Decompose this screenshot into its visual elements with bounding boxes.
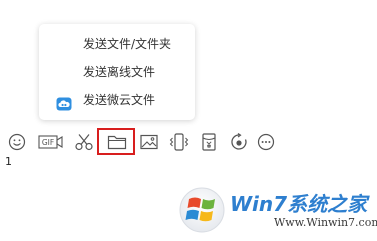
menu-item-label: 发送文件/文件夹: [83, 37, 172, 51]
scissors-icon: [75, 134, 93, 151]
send-file-popup-menu: 发送文件/文件夹 发送离线文件 发送微云文件: [39, 24, 195, 120]
image-button[interactable]: [138, 131, 160, 153]
yuan-packet-icon: [202, 133, 216, 151]
watermark-url: Www.Winwin7.com: [274, 216, 377, 229]
chat-window: 发送文件/文件夹 发送离线文件 发送微云文件 GIF 1 Win7系统之家 Ww…: [0, 0, 377, 241]
menu-item-send-weiyun-file[interactable]: 发送微云文件: [39, 86, 195, 114]
weiyun-cloud-icon: [56, 93, 72, 111]
highlight-frame: [97, 128, 135, 155]
image-icon: [140, 134, 158, 150]
circle-arrow-icon: [231, 133, 247, 150]
shake-button[interactable]: [168, 131, 190, 153]
watermark-title: Win7系统之家: [230, 192, 368, 216]
chat-toolbar: GIF: [0, 129, 377, 155]
menu-item-label: 发送微云文件: [83, 93, 156, 107]
menu-item-label: 发送离线文件: [83, 65, 156, 79]
svg-text:GIF: GIF: [42, 138, 54, 147]
screenshot-button[interactable]: [73, 131, 95, 153]
smiley-icon: [8, 133, 26, 151]
emoji-button[interactable]: [6, 131, 28, 153]
more-dots-icon: [257, 133, 275, 151]
site-watermark: Win7系统之家 Www.Winwin7.com: [176, 182, 377, 240]
red-packet-button[interactable]: [198, 131, 220, 153]
menu-item-send-file-folder[interactable]: 发送文件/文件夹: [39, 30, 195, 58]
gif-icon: GIF: [38, 135, 63, 149]
voice-button[interactable]: [228, 131, 250, 153]
menu-item-send-offline-file[interactable]: 发送离线文件: [39, 58, 195, 86]
gif-button[interactable]: GIF: [37, 131, 65, 153]
message-input-text[interactable]: 1: [5, 155, 12, 168]
windows-logo-icon: [179, 187, 225, 233]
more-button[interactable]: [255, 131, 277, 153]
phone-vibrate-icon: [169, 133, 189, 151]
